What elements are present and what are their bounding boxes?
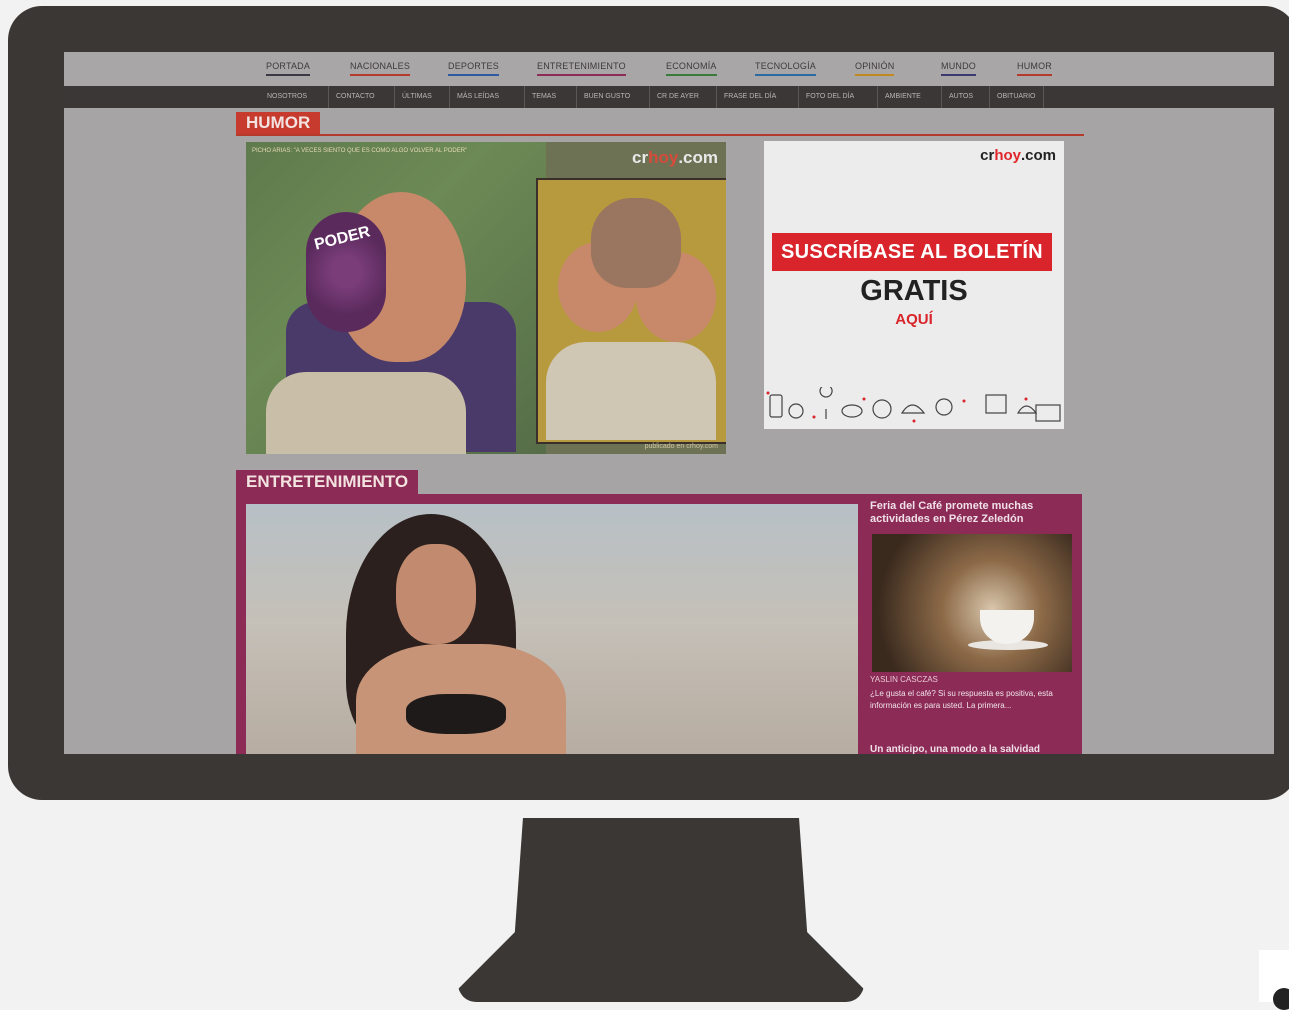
subnav-ultimas[interactable]: ÚLTIMAS <box>394 86 439 108</box>
subnav-ambiente[interactable]: AMBIENTE <box>877 86 928 108</box>
side-story-image[interactable] <box>872 534 1072 672</box>
cartoon-credit: publicado en crhoy.com <box>644 443 718 450</box>
photo-swimwear <box>406 694 506 734</box>
ad-aqui-link[interactable]: AQUÍ <box>764 311 1064 328</box>
main-nav: PORTADA NACIONALES DEPORTES ENTRETENIMIE… <box>64 52 1274 86</box>
ad-icon-strip <box>766 387 1061 423</box>
monitor-frame: PORTADA NACIONALES DEPORTES ENTRETENIMIE… <box>8 6 1289 800</box>
nav-entretenimiento[interactable]: ENTRETENIMIENTO <box>537 61 626 76</box>
nav-mundo[interactable]: MUNDO <box>941 61 976 76</box>
monitor-stand <box>458 818 864 1002</box>
subnav-nosotros[interactable]: NOSOTROS <box>260 86 314 108</box>
nav-economia[interactable]: ECONOMÍA <box>666 61 717 76</box>
nav-opinion[interactable]: OPINIÓN <box>855 61 895 76</box>
newsletter-ad[interactable]: crhoy.com SUSCRÍBASE AL BOLETÍN GRATIS A… <box>764 141 1064 429</box>
humor-cartoon[interactable]: PODER PICHO ARIAS: "A VECES SIENTO QUE E… <box>246 142 726 454</box>
humor-section-rule <box>236 134 1084 136</box>
subnav-frase-del-dia[interactable]: FRASE DEL DÍA <box>716 86 783 108</box>
ad-site-logo: crhoy.com <box>980 147 1056 164</box>
entretenimiento-main-photo[interactable] <box>246 504 858 754</box>
ad-gratis-text: GRATIS <box>860 275 968 307</box>
subnav-cr-de-ayer[interactable]: CR DE AYER <box>649 86 706 108</box>
subnav-temas[interactable]: TEMAS <box>524 86 563 108</box>
side-story-excerpt: ¿Le gusta el café? Si su respuesta es po… <box>870 689 1053 710</box>
subnav-obituario[interactable]: OBITUARIO <box>989 86 1044 108</box>
next-story-title[interactable]: Un anticipo, una modo a la salvidad <box>870 744 1070 754</box>
corner-dot-icon <box>1273 988 1289 1010</box>
coffee-cup <box>980 610 1034 644</box>
browser-viewport: PORTADA NACIONALES DEPORTES ENTRETENIMIE… <box>64 52 1274 754</box>
cartoon-figure-body <box>266 372 466 454</box>
side-story-title[interactable]: Feria del Café promete muchas actividade… <box>870 500 1060 526</box>
subnav-buen-gusto[interactable]: BUEN GUSTO <box>576 86 637 108</box>
nav-deportes[interactable]: DEPORTES <box>448 61 499 76</box>
subnav-autos[interactable]: AUTOS <box>941 86 980 108</box>
subnav-foto-del-dia[interactable]: FOTO DEL DÍA <box>798 86 861 108</box>
photo-face <box>396 544 476 644</box>
corner-widget <box>1259 950 1289 1010</box>
ad-subscribe-banner[interactable]: SUSCRÍBASE AL BOLETÍN <box>772 233 1052 271</box>
cartoon-caption: PICHO ARIAS: "A VECES SIENTO QUE ES COMO… <box>252 148 468 154</box>
cartoon-site-logo: crhoy.com <box>632 148 718 167</box>
humor-section-label[interactable]: HUMOR <box>236 112 321 134</box>
nav-portada[interactable]: PORTADA <box>266 61 311 76</box>
nav-humor[interactable]: HUMOR <box>1017 61 1052 76</box>
subnav-mas-leidas[interactable]: MÁS LEÍDAS <box>449 86 506 108</box>
entretenimiento-section-label[interactable]: ENTRETENIMIENTO <box>236 470 419 494</box>
cartoon-second-figure-body <box>546 342 716 440</box>
nav-nacionales[interactable]: NACIONALES <box>350 61 411 76</box>
side-story-author: YASLIN CASCZAS <box>870 675 938 684</box>
nav-tecnologia[interactable]: TECNOLOGÍA <box>755 61 817 76</box>
subnav-contacto[interactable]: CONTACTO <box>328 86 382 108</box>
cartoon-second-figure-head <box>591 198 681 288</box>
sub-nav: NOSOTROS CONTACTO ÚLTIMAS MÁS LEÍDAS TEM… <box>64 86 1274 108</box>
